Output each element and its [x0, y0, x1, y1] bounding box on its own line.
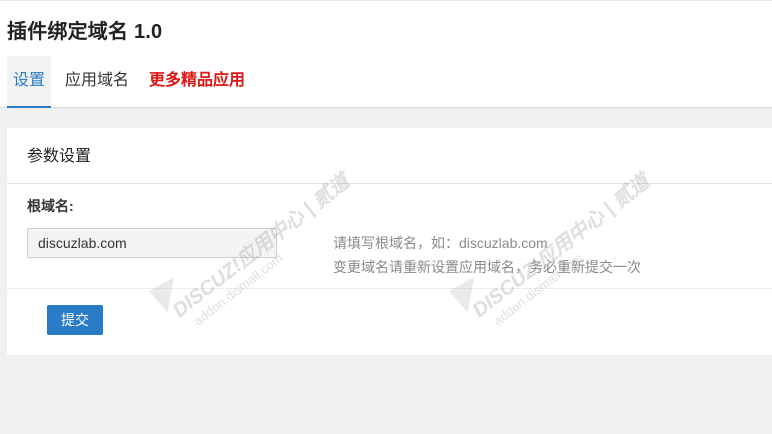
tab-more-apps[interactable]: 更多精品应用 — [143, 56, 251, 108]
tab-settings[interactable]: 设置 — [7, 56, 52, 108]
root-domain-label: 根域名: — [27, 198, 74, 214]
page-header: 插件绑定域名 1.0 设置 应用域名 更多精品应用 — [0, 0, 772, 108]
page-title: 插件绑定域名 1.0 — [7, 21, 163, 43]
help-text-line1: 请填写根域名，如：discuzlab.com — [333, 235, 548, 251]
submit-button[interactable]: 提交 — [47, 305, 103, 335]
tab-app-domain[interactable]: 应用域名 — [59, 56, 135, 108]
root-domain-input[interactable] — [27, 228, 277, 258]
panel-heading: 参数设置 — [7, 128, 772, 184]
settings-panel: 参数设置 根域名: 请填写根域名，如：discuzlab.com 变更域名请重新… — [7, 128, 772, 355]
help-text-line2: 变更域名请重新设置应用域名，务必重新提交一次 — [333, 259, 641, 275]
form-divider — [7, 288, 772, 289]
tab-bar: 设置 应用域名 更多精品应用 — [7, 56, 259, 108]
help-text: 请填写根域名，如：discuzlab.com 变更域名请重新设置应用域名，务必重… — [333, 231, 641, 279]
